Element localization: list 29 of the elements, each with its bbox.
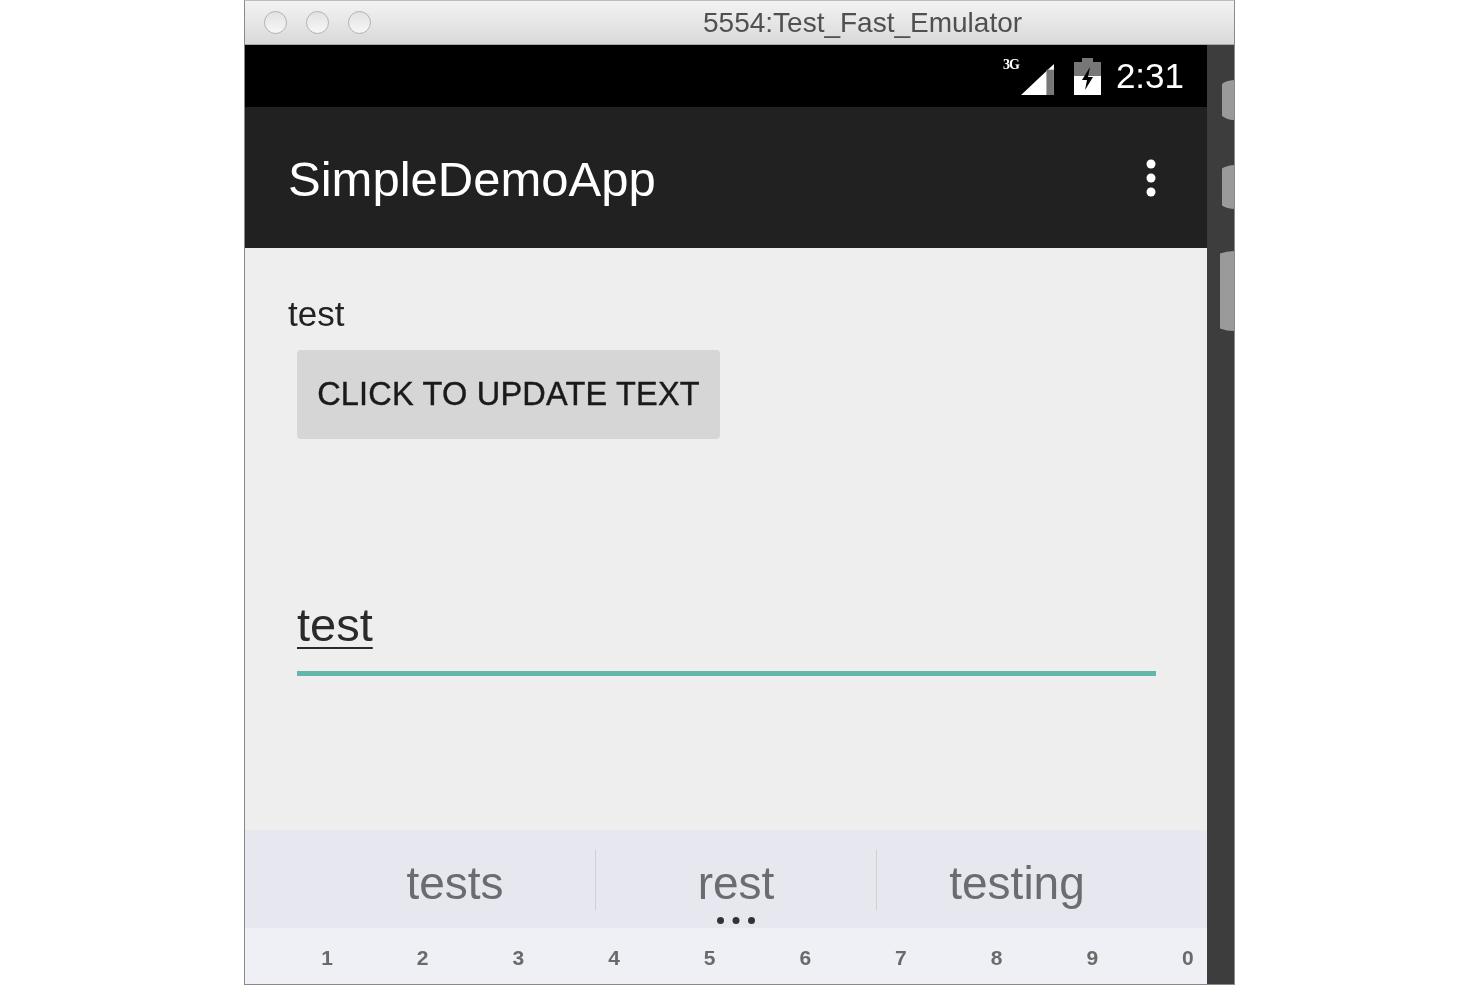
number-key[interactable]: 9 [1086, 946, 1099, 970]
number-key[interactable]: 5 [703, 946, 716, 970]
number-key[interactable]: 4 [607, 946, 620, 970]
number-key[interactable]: 0 [1181, 946, 1194, 970]
window-close-button[interactable] [264, 11, 287, 34]
clock-time: 2:31 [1115, 56, 1184, 96]
knob-icon[interactable] [1220, 251, 1234, 331]
update-text-button[interactable]: CLICK TO UPDATE TEXT [297, 350, 720, 439]
window-zoom-button[interactable] [348, 11, 371, 34]
window-title: 5554:Test_Fast_Emulator [703, 6, 1023, 39]
knob-icon[interactable] [1222, 80, 1234, 120]
network-type-label: 3G [1003, 57, 1019, 73]
signal-icon [1020, 63, 1054, 95]
number-key[interactable]: 1 [321, 946, 333, 970]
text-input-field[interactable]: test [297, 599, 1156, 676]
number-key[interactable]: 6 [799, 946, 812, 970]
suggestion-word[interactable]: rest [697, 858, 775, 908]
number-key[interactable]: 8 [990, 946, 1003, 970]
battery-charging-icon [1073, 57, 1101, 95]
window-minimize-button[interactable] [306, 11, 329, 34]
knob-icon[interactable] [1222, 165, 1234, 209]
number-key[interactable]: 2 [416, 946, 429, 970]
app-title: SimpleDemoApp [288, 150, 656, 207]
suggestion-word[interactable]: testing [949, 858, 1085, 908]
text-label: test [288, 294, 345, 334]
number-key[interactable]: 7 [894, 946, 907, 970]
overflow-menu-icon[interactable] [1146, 158, 1156, 197]
suggestion-word[interactable]: tests [406, 858, 504, 908]
number-key[interactable]: 3 [512, 946, 525, 970]
